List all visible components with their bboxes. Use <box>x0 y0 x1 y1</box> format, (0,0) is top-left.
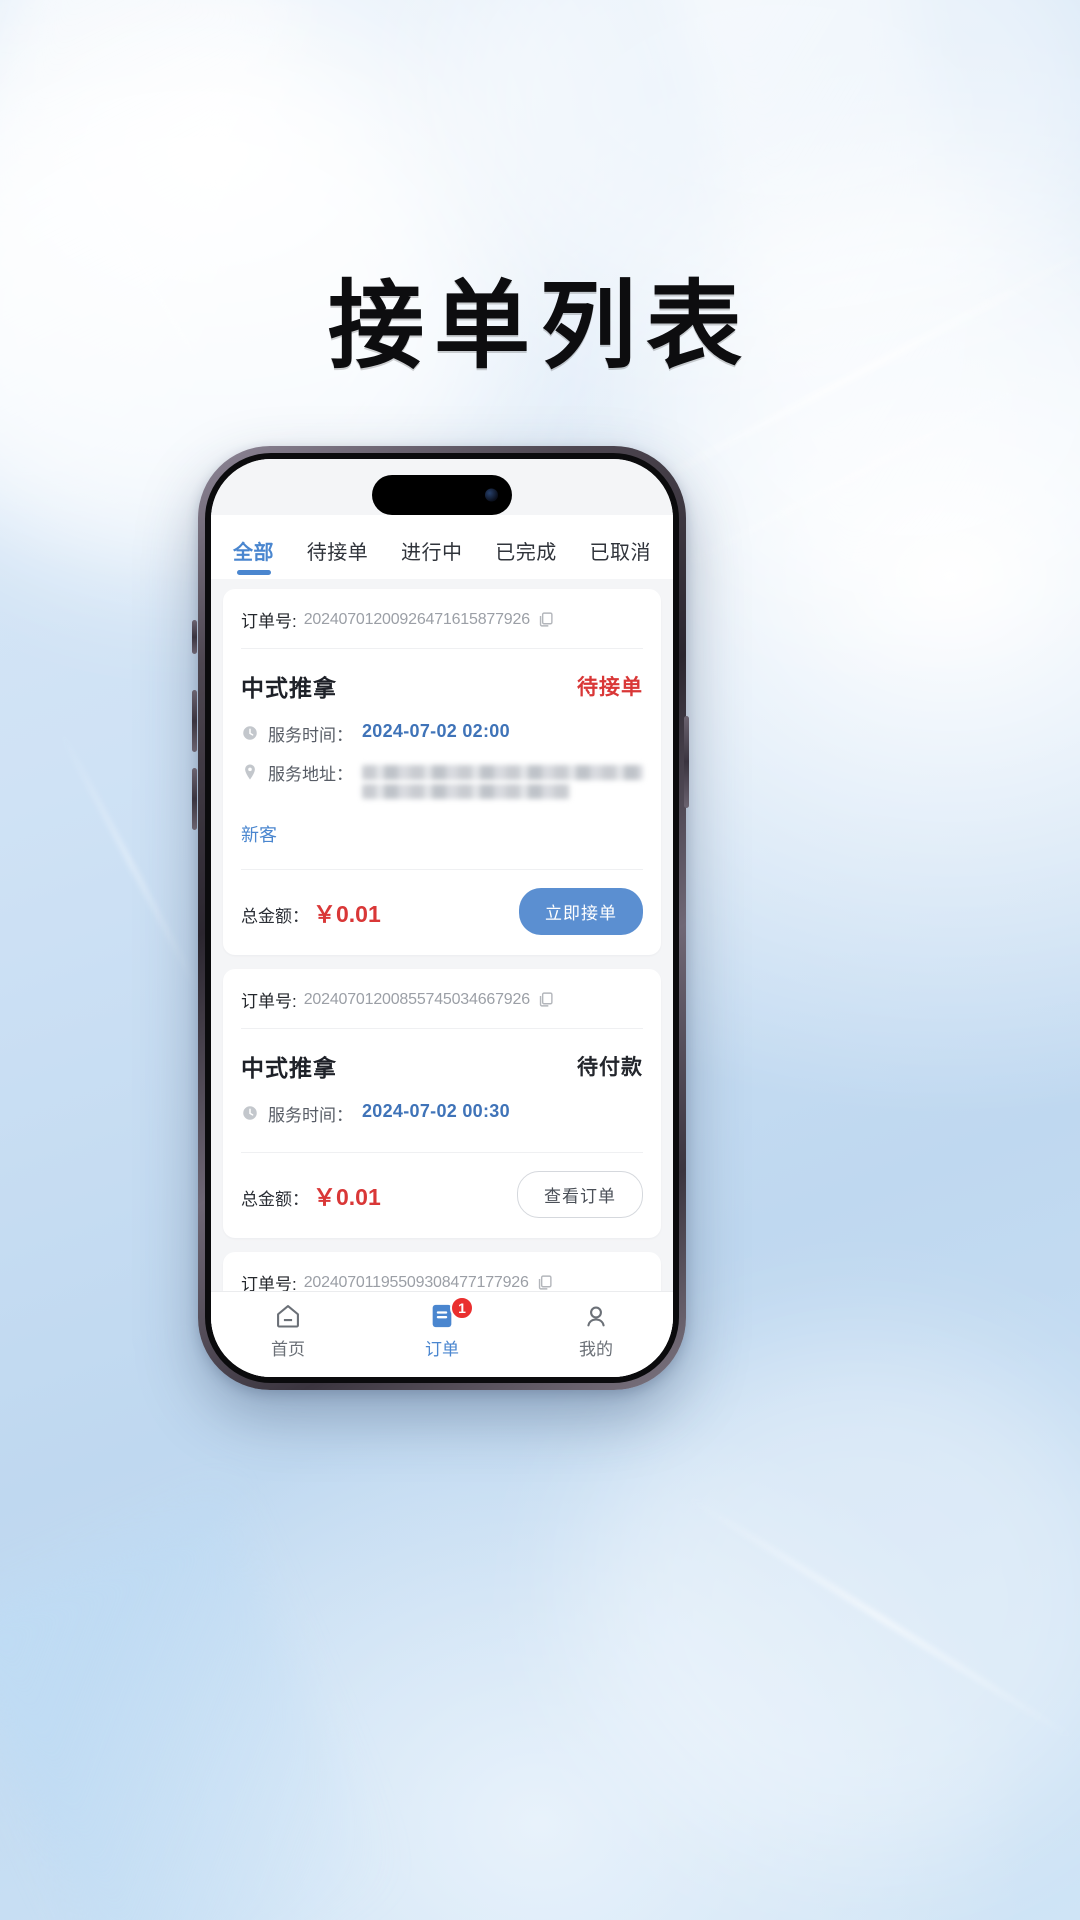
home-icon <box>277 1304 299 1328</box>
accept-order-button[interactable]: 立即接单 <box>519 888 643 935</box>
clock-icon <box>243 726 257 740</box>
tab-pending[interactable]: 待接单 <box>307 536 369 579</box>
order-number-row: 订单号: 20240701195509308477177926 <box>241 1252 643 1291</box>
amount-value: ￥0.01 <box>313 900 381 927</box>
order-number-label: 订单号: <box>241 612 297 631</box>
redacted-address <box>362 760 643 799</box>
service-address-row: 服务地址： <box>241 746 643 799</box>
order-card[interactable]: 订单号: 20240701195509308477177926 中式推拿 退款中… <box>223 1252 661 1291</box>
clock-icon <box>243 1106 257 1120</box>
order-card[interactable]: 订单号: 20240701200855745034667926 中式推拿 待付款… <box>223 969 661 1238</box>
bottom-navigation: 首页 1 订单 我的 <box>211 1291 673 1377</box>
phone-mute-switch <box>192 620 197 654</box>
profile-icon <box>587 1306 605 1326</box>
order-footer-row: 总金额： ￥0.01 查看订单 <box>241 1153 643 1238</box>
phone-volume-up-button <box>192 690 197 752</box>
front-camera-icon <box>485 488 498 502</box>
service-name: 中式推拿 <box>241 1055 337 1081</box>
copy-icon[interactable] <box>537 611 554 628</box>
copy-icon[interactable] <box>537 991 554 1008</box>
amount-label: 总金额： <box>241 1189 309 1209</box>
order-filter-tabs: 全部 待接单 进行中 已完成 已取消 <box>211 515 673 579</box>
bg-light-streak <box>57 728 203 996</box>
view-order-button[interactable]: 查看订单 <box>517 1171 643 1218</box>
order-footer-row: 总金额： ￥0.01 立即接单 <box>241 870 643 955</box>
tab-label: 已取消 <box>589 542 651 564</box>
phone-mockup: 全部 待接单 进行中 已完成 已取消 订单号: 2024070120092647… <box>198 446 686 1390</box>
nav-label: 我的 <box>579 1339 613 1359</box>
service-address-label: 服务地址： <box>268 765 353 784</box>
service-time-value: 2024-07-02 02:00 <box>362 721 510 741</box>
phone-bezel: 全部 待接单 进行中 已完成 已取消 订单号: 2024070120092647… <box>205 453 679 1383</box>
nav-label: 订单 <box>425 1339 459 1359</box>
dynamic-island <box>372 475 512 515</box>
tab-cancelled[interactable]: 已取消 <box>590 536 652 579</box>
amount-value: ￥0.01 <box>313 1183 381 1210</box>
phone-screen: 全部 待接单 进行中 已完成 已取消 订单号: 2024070120092647… <box>211 459 673 1377</box>
orders-badge: 1 <box>450 1295 474 1320</box>
page-headline: 接单列表 <box>328 270 752 382</box>
amount-label: 总金额： <box>241 906 309 926</box>
location-pin-icon <box>245 764 255 780</box>
nav-item-home[interactable]: 首页 <box>228 1302 348 1360</box>
order-number-row: 订单号: 20240701200855745034667926 <box>241 969 643 1029</box>
order-title-row: 中式推拿 待接单 <box>241 649 643 707</box>
order-number-row: 订单号: 20240701200926471615877926 <box>241 589 643 649</box>
service-time-label: 服务时间： <box>268 1106 353 1125</box>
tab-ongoing[interactable]: 进行中 <box>401 536 463 579</box>
order-number-label: 订单号: <box>241 1275 297 1291</box>
order-title-row: 中式推拿 待付款 <box>241 1029 643 1087</box>
status-badge: 待接单 <box>577 676 643 699</box>
customer-tag: 新客 <box>241 825 277 845</box>
order-number-value: 20240701200855745034667926 <box>303 990 530 1008</box>
order-number-value: 20240701200926471615877926 <box>303 610 530 628</box>
phone-power-button <box>684 716 689 808</box>
phone-volume-down-button <box>192 768 197 830</box>
tab-completed[interactable]: 已完成 <box>495 536 557 579</box>
status-badge: 待付款 <box>577 1056 643 1079</box>
order-number-value: 20240701195509308477177926 <box>303 1273 529 1291</box>
bg-shard <box>0 1497 393 1920</box>
copy-icon[interactable] <box>536 1274 553 1291</box>
order-card[interactable]: 订单号: 20240701200926471615877926 中式推拿 待接单… <box>223 589 661 955</box>
app-root: 全部 待接单 进行中 已完成 已取消 订单号: 2024070120092647… <box>211 459 673 1377</box>
tab-label: 已完成 <box>495 542 557 564</box>
nav-label: 首页 <box>271 1339 305 1359</box>
service-time-row: 服务时间： 2024-07-02 02:00 <box>241 707 643 746</box>
bg-glow <box>580 1340 1080 1860</box>
service-time-value: 2024-07-02 00:30 <box>362 1101 510 1121</box>
service-name: 中式推拿 <box>241 675 337 701</box>
service-time-row: 服务时间： 2024-07-02 00:30 <box>241 1087 643 1126</box>
tab-all[interactable]: 全部 <box>233 536 274 579</box>
order-number-label: 订单号: <box>241 992 297 1011</box>
nav-item-profile[interactable]: 我的 <box>536 1302 656 1360</box>
tab-label: 待接单 <box>306 542 369 564</box>
tab-label: 全部 <box>233 542 274 564</box>
amount-group: 总金额： ￥0.01 <box>241 1178 381 1212</box>
order-list[interactable]: 订单号: 20240701200926471615877926 中式推拿 待接单… <box>211 579 673 1291</box>
service-time-label: 服务时间： <box>268 726 353 745</box>
tab-label: 进行中 <box>401 542 463 564</box>
nav-item-orders[interactable]: 1 订单 <box>382 1295 502 1360</box>
amount-group: 总金额： ￥0.01 <box>241 895 381 929</box>
